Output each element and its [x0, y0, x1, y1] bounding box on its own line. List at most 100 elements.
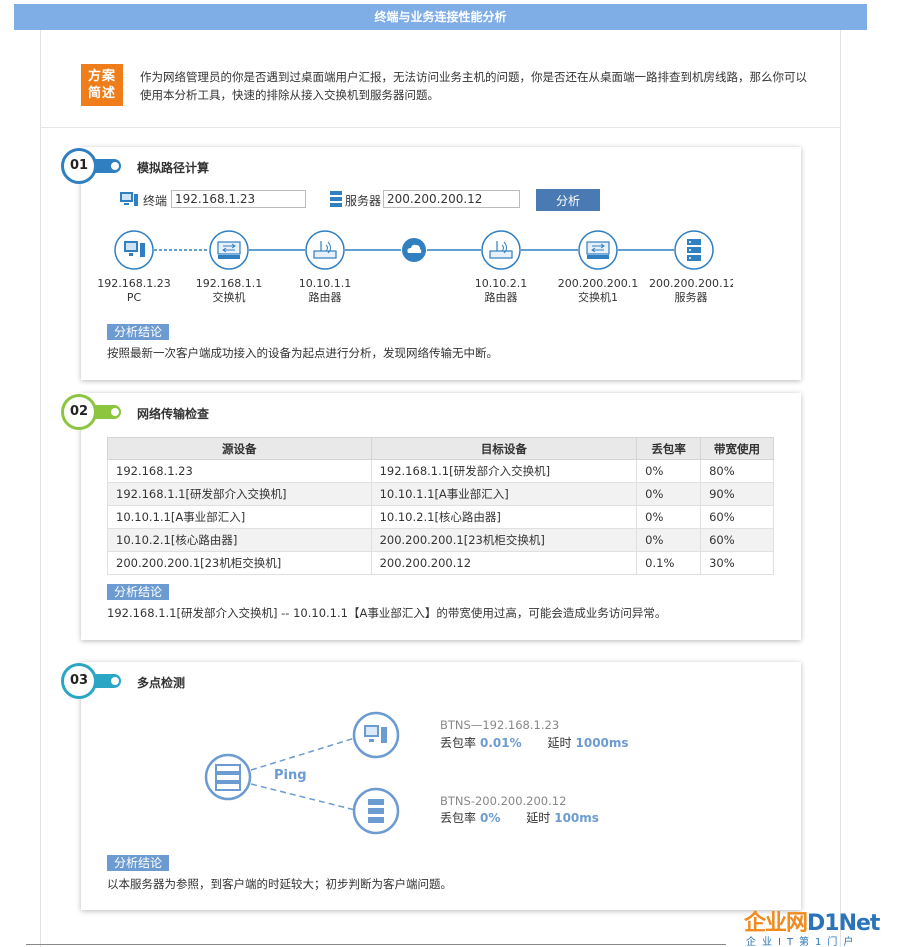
cell-loss: 0% — [636, 528, 702, 552]
cell-source: 192.168.1.1[研发部介入交换机] — [107, 482, 372, 506]
intro-badge-line1: 方案 — [87, 69, 116, 84]
loss-label: 丢包率 — [440, 811, 477, 825]
loss-value: 0.01% — [480, 736, 522, 750]
cell-target: 200.200.200.12 — [370, 551, 638, 575]
step-number: 03 — [61, 663, 97, 699]
switch-icon — [209, 230, 249, 270]
latency-value: 100ms — [554, 811, 599, 825]
node-label-router2: 10.10.2.1 路由器 — [456, 277, 546, 305]
ping-label: Ping — [274, 768, 307, 783]
conclusion-tag: 分析结论 — [107, 324, 170, 340]
node-ip: 200.200.200.1 — [557, 277, 639, 290]
cell-loss: 0% — [636, 505, 702, 529]
node-label-server: 200.200.200.12 服务器 — [649, 277, 733, 305]
loss-value: 0% — [480, 811, 501, 825]
intro-badge: 方案 简述 — [81, 64, 123, 106]
intro-divider — [40, 127, 841, 128]
node-type: PC — [126, 291, 142, 304]
ping-line — [250, 737, 356, 771]
target-server-icon — [352, 787, 400, 835]
cell-target: 200.200.200.1[23机柜交换机] — [370, 528, 638, 552]
node-type: 路由器 — [484, 291, 518, 304]
node-ip: 10.10.2.1 — [474, 277, 528, 290]
router-icon — [481, 230, 521, 270]
cell-bandwidth: 90% — [700, 482, 774, 506]
router-icon — [305, 230, 345, 270]
cell-loss: 0% — [636, 459, 702, 483]
node-type: 交换机1 — [578, 291, 618, 304]
step-number: 01 — [61, 148, 97, 184]
col-source: 源设备 — [107, 437, 372, 460]
transmission-check-card: 网络传输检查 源设备 目标设备 丢包率 带宽使用 192.168.1.23 19… — [81, 393, 801, 640]
cell-source: 192.168.1.23 — [107, 459, 372, 483]
cell-source: 200.200.200.1[23机柜交换机] — [107, 551, 372, 575]
latency-label: 延时 — [547, 736, 572, 750]
table-row: 200.200.200.1[23机柜交换机] 200.200.200.12 0.… — [107, 551, 774, 575]
cell-target: 10.10.2.1[核心路由器] — [370, 505, 638, 529]
path-calc-card: 模拟路径计算 终端 服务器 分析 — [81, 147, 801, 380]
cell-target: 10.10.1.1[A事业部汇入] — [370, 482, 638, 506]
table-row: 192.168.1.23 192.168.1.1[研发部介入交换机] 0% 80… — [107, 459, 774, 483]
node-type: 交换机 — [212, 291, 246, 304]
section-title: 网络传输检查 — [137, 407, 210, 421]
cloud-icon — [402, 238, 426, 262]
step-number: 02 — [61, 394, 97, 430]
node-label-pc: 192.168.1.23 PC — [89, 277, 179, 305]
cell-bandwidth: 80% — [700, 459, 774, 483]
watermark-logo: 企业网D1Net 企业IT第1门户 — [744, 905, 905, 947]
node-type: 路由器 — [308, 291, 342, 304]
intro-text: 作为网络管理员的你是否遇到过桌面端用户汇报，无法访问业务主机的问题，你是否还在从… — [140, 70, 807, 102]
bottom-divider — [26, 944, 726, 945]
ping-line — [250, 783, 356, 811]
latency-value: 1000ms — [575, 736, 629, 750]
cell-bandwidth: 60% — [700, 505, 774, 529]
table-header: 源设备 目标设备 丢包率 带宽使用 — [107, 437, 774, 460]
col-bandwidth: 带宽使用 — [700, 437, 774, 460]
loss-label: 丢包率 — [440, 736, 477, 750]
step-badge-02: 02 — [61, 394, 127, 430]
latency-label: 延时 — [526, 811, 551, 825]
node-label-switch2: 200.200.200.1 交换机1 — [553, 277, 643, 305]
source-server-icon — [204, 753, 252, 801]
conclusion-tag: 分析结论 — [107, 855, 170, 871]
step-badge-03: 03 — [61, 663, 127, 699]
pc-icon — [114, 230, 154, 270]
target-name: BTNS—192.168.1.23 — [440, 718, 560, 732]
cell-loss: 0% — [636, 482, 702, 506]
cell-source: 10.10.2.1[核心路由器] — [107, 528, 372, 552]
conclusion-text: 以本服务器为参照，到客户端的时延较大；初步判断为客户端问题。 — [107, 877, 452, 891]
table-row: 192.168.1.1[研发部介入交换机] 10.10.1.1[A事业部汇入] … — [107, 482, 774, 506]
conclusion-tag: 分析结论 — [107, 584, 170, 600]
node-ip: 192.168.1.1 — [195, 277, 263, 290]
table-row: 10.10.1.1[A事业部汇入] 10.10.2.1[核心路由器] 0% 60… — [107, 505, 774, 529]
node-label-router: 10.10.1.1 路由器 — [280, 277, 370, 305]
server-icon — [674, 230, 714, 270]
cell-bandwidth: 30% — [700, 551, 774, 575]
step-badge-01: 01 — [61, 148, 127, 184]
cell-source: 10.10.1.1[A事业部汇入] — [107, 505, 372, 529]
cell-bandwidth: 60% — [700, 528, 774, 552]
target-pc-icon — [352, 711, 400, 759]
cell-target: 192.168.1.1[研发部介入交换机] — [370, 459, 638, 483]
page-header: 终端与业务连接性能分析 — [14, 4, 867, 30]
conclusion-text: 192.168.1.1[研发部介入交换机] -- 10.10.1.1【A事业部汇… — [107, 606, 667, 620]
node-ip: 192.168.1.23 — [97, 277, 171, 290]
step-dot — [111, 677, 119, 685]
table-row: 10.10.2.1[核心路由器] 200.200.200.1[23机柜交换机] … — [107, 528, 774, 552]
node-label-switch: 192.168.1.1 交换机 — [184, 277, 274, 305]
cell-loss: 0.1% — [636, 551, 702, 575]
col-target: 目标设备 — [370, 437, 638, 460]
watermark-sub: 企业IT第1门户 — [746, 937, 860, 947]
path-diagram — [114, 230, 714, 270]
switch-icon — [578, 230, 618, 270]
node-type: 服务器 — [674, 291, 708, 304]
step-dot — [111, 408, 119, 416]
col-loss: 丢包率 — [636, 437, 702, 460]
target-name: BTNS-200.200.200.12 — [440, 794, 567, 808]
conclusion-text: 按照最新一次客户端成功接入的设备为起点进行分析，发现网络传输无中断。 — [107, 346, 498, 360]
intro-badge-line2: 简述 — [87, 86, 116, 101]
node-ip: 200.200.200.12 — [649, 277, 733, 290]
target-metrics: 丢包率 0.01% 延时 1000ms — [440, 734, 633, 751]
target-metrics: 丢包率 0% 延时 100ms — [440, 809, 603, 826]
step-dot — [111, 162, 119, 170]
